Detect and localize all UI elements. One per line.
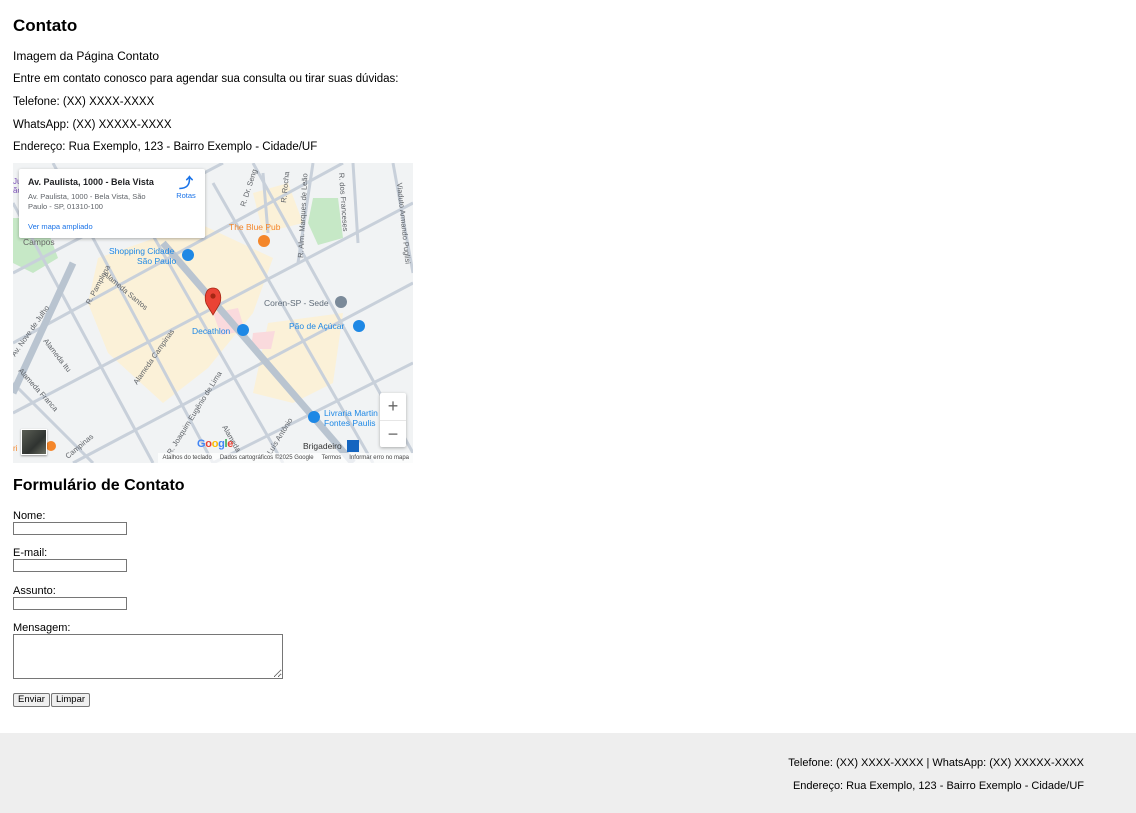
page-title: Contato	[13, 16, 78, 35]
shopping-bag-icon	[182, 249, 194, 261]
whatsapp-text: WhatsApp: (XX) XXXXX-XXXX	[13, 119, 172, 131]
poi-pao-de-acucar[interactable]: Pão de Açúcar	[289, 320, 365, 332]
poi-label-livraria-1: Livraria Martin	[324, 408, 378, 418]
submit-button[interactable]: Enviar	[13, 693, 50, 707]
email-field[interactable]	[13, 559, 127, 572]
bar-icon	[258, 235, 270, 247]
poi-label-shopping-2: São Paulo	[137, 256, 176, 266]
poi-label-decathlon: Decathlon	[192, 326, 231, 336]
embedded-map[interactable]: The Blue Pub Shopping Cidade São Paulo C…	[13, 163, 413, 463]
poi-label-blue-pub: The Blue Pub	[229, 222, 281, 232]
keyboard-shortcuts-link[interactable]: Atalhos do teclado	[162, 453, 211, 463]
map-info-card: Av. Paulista, 1000 - Bela Vista Av. Paul…	[19, 169, 205, 238]
footer-address-line: Endereço: Rua Exemplo, 123 - Bairro Exem…	[792, 780, 1084, 792]
poi-label-brigadeiro: Brigadeiro	[303, 441, 342, 451]
street-campinas-2: Campinas	[64, 432, 96, 461]
name-label: Nome:	[13, 510, 46, 522]
satellite-toggle-button[interactable]	[21, 429, 47, 455]
directions-button[interactable]: ⤴ Rotas	[169, 175, 203, 200]
street-fragment-3: ri	[13, 444, 18, 453]
restaurant-icon	[46, 441, 56, 451]
poi-label-livraria-2: Fontes Paulis	[324, 418, 376, 428]
map-data-text: Dados cartográficos ©2025 Google	[219, 455, 314, 461]
subject-label: Assunto:	[13, 585, 56, 597]
name-field[interactable]	[13, 522, 127, 535]
larger-map-link[interactable]: Ver mapa ampliado	[28, 222, 93, 231]
address-text: Endereço: Rua Exemplo, 123 - Bairro Exem…	[13, 141, 318, 153]
metro-icon	[347, 440, 359, 452]
footer: Telefone: (XX) XXXX-XXXX | WhatsApp: (XX…	[0, 733, 1136, 813]
message-field[interactable]	[13, 634, 283, 679]
poi-decathlon[interactable]: Decathlon	[192, 324, 249, 336]
contact-page-image: Imagem da Página Contato	[13, 49, 159, 63]
report-error-link[interactable]: Informar erro no mapa	[349, 453, 409, 463]
shopping-bag-icon	[237, 324, 249, 336]
google-logo: Google	[197, 438, 233, 450]
email-label: E-mail:	[13, 547, 48, 559]
image-alt-text: Imagem da Página Contato	[13, 49, 160, 63]
terms-link[interactable]: Termos	[322, 453, 342, 463]
poi-brigadeiro[interactable]: Brigadeiro	[303, 440, 359, 452]
street-itu: Alameda Itu	[41, 337, 73, 374]
shopping-cart-icon	[353, 320, 365, 332]
intro-text: Entre em contato conosco para agendar su…	[13, 73, 399, 85]
google-logo-letter: e	[227, 438, 234, 450]
footer-contact-line: Telefone: (XX) XXXX-XXXX | WhatsApp: (XX…	[788, 757, 1084, 769]
directions-label: Rotas	[176, 191, 196, 200]
poi-label-campos: Campos	[23, 237, 55, 247]
reset-button[interactable]: Limpar	[51, 693, 91, 707]
poi-label-coren: Coren-SP - Sede	[264, 298, 329, 308]
zoom-in-button[interactable]: +	[380, 393, 406, 420]
zoom-controls: + −	[380, 393, 406, 447]
poi-label-shopping-1: Shopping Cidade	[109, 246, 174, 256]
map-card-address: Av. Paulista, 1000 - Bela Vista, São Pau…	[28, 192, 146, 211]
form-title: Formulário de Contato	[13, 477, 185, 494]
shopping-bag-icon	[308, 411, 320, 423]
building-icon	[335, 296, 347, 308]
zoom-out-button[interactable]: −	[380, 420, 406, 448]
poi-coren[interactable]: Coren-SP - Sede	[264, 296, 347, 308]
phone-text: Telefone: (XX) XXXX-XXXX	[13, 96, 155, 108]
map-attribution: Atalhos do teclado Dados cartográficos ©…	[158, 453, 413, 463]
subject-field[interactable]	[13, 597, 127, 610]
street-viaduto: Viaduto Armando Puglisi	[395, 182, 413, 264]
directions-icon: ⤴	[179, 175, 193, 191]
poi-label-pao: Pão de Açúcar	[289, 321, 344, 331]
map-card-title: Av. Paulista, 1000 - Bela Vista	[28, 177, 154, 187]
message-label: Mensagem:	[13, 622, 71, 634]
